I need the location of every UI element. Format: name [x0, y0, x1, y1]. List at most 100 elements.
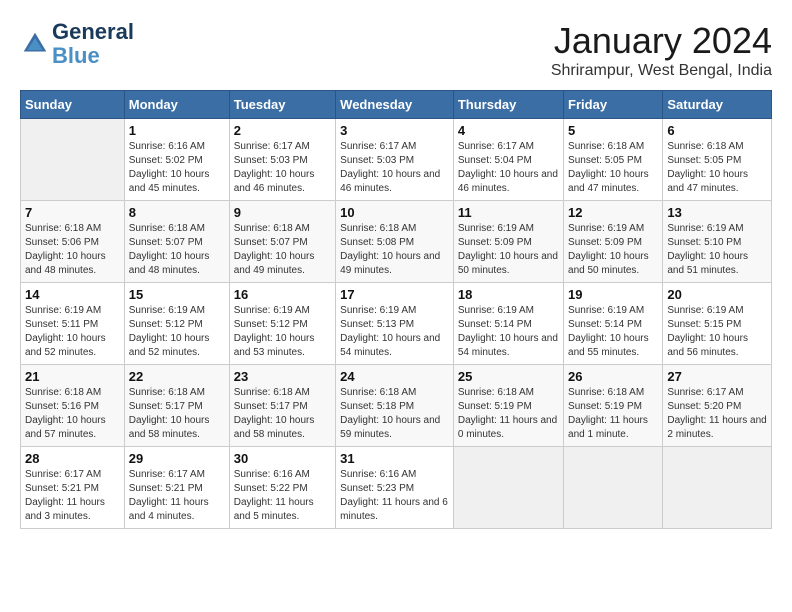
logo-text: General Blue [52, 20, 134, 68]
day-number: 11 [458, 205, 559, 220]
day-number: 19 [568, 287, 658, 302]
day-number: 20 [667, 287, 767, 302]
day-number: 6 [667, 123, 767, 138]
day-info: Sunrise: 6:18 AMSunset: 5:06 PMDaylight:… [25, 222, 120, 278]
calendar-cell: 7 Sunrise: 6:18 AMSunset: 5:06 PMDaylight… [21, 201, 125, 283]
day-of-week-saturday: Saturday [663, 91, 772, 119]
calendar-cell: 4Sunrise: 6:17 AMSunset: 5:04 PMDaylight… [453, 119, 563, 201]
calendar-cell: 10 Sunrise: 6:18 AMSunset: 5:08 PMDayligh… [336, 201, 454, 283]
calendar-cell: 17Sunrise: 6:19 AMSunset: 5:13 PMDayligh… [336, 283, 454, 365]
day-info: Sunrise: 6:18 AMSunset: 5:16 PMDaylight:… [25, 386, 120, 442]
day-info: Sunrise: 6:18 AMSunset: 5:07 PMDaylight:… [234, 222, 331, 278]
day-number: 22 [129, 369, 225, 384]
day-of-week-monday: Monday [124, 91, 229, 119]
day-number: 5 [568, 123, 658, 138]
calendar-cell: 12 Sunrise: 6:19 AMSunset: 5:09 PMDayligh… [564, 201, 663, 283]
calendar-cell [564, 447, 663, 529]
day-info: Sunrise: 6:17 AMSunset: 5:03 PMDaylight:… [340, 140, 449, 196]
calendar-cell: 11 Sunrise: 6:19 AMSunset: 5:09 PMDayligh… [453, 201, 563, 283]
day-info: Sunrise: 6:17 AMSunset: 5:21 PMDaylight:… [129, 468, 225, 524]
calendar-cell: 25 Sunrise: 6:18 AMSunset: 5:19 PMDayligh… [453, 365, 563, 447]
day-info: Sunrise: 6:19 AMSunset: 5:15 PMDaylight:… [667, 304, 767, 360]
day-info: Sunrise: 6:18 AMSunset: 5:19 PMDaylight:… [568, 386, 658, 442]
calendar-cell: 21 Sunrise: 6:18 AMSunset: 5:16 PMDayligh… [21, 365, 125, 447]
calendar-cell: 1Sunrise: 6:16 AMSunset: 5:02 PMDaylight… [124, 119, 229, 201]
day-number: 31 [340, 451, 449, 466]
calendar-cell: 20 Sunrise: 6:19 AMSunset: 5:15 PMDayligh… [663, 283, 772, 365]
page-header: General Blue January 2024 Shrirampur, We… [20, 20, 772, 80]
day-number: 26 [568, 369, 658, 384]
day-number: 9 [234, 205, 331, 220]
day-info: Sunrise: 6:19 AMSunset: 5:12 PMDaylight:… [129, 304, 225, 360]
calendar-week-1: 1Sunrise: 6:16 AMSunset: 5:02 PMDaylight… [21, 119, 772, 201]
day-number: 2 [234, 123, 331, 138]
calendar-cell: 3 Sunrise: 6:17 AMSunset: 5:03 PMDaylight… [336, 119, 454, 201]
calendar-cell: 28Sunrise: 6:17 AMSunset: 5:21 PMDayligh… [21, 447, 125, 529]
calendar-cell: 5 Sunrise: 6:18 AMSunset: 5:05 PMDaylight… [564, 119, 663, 201]
day-number: 17 [340, 287, 449, 302]
days-of-week-row: SundayMondayTuesdayWednesdayThursdayFrid… [21, 91, 772, 119]
calendar-week-3: 14 Sunrise: 6:19 AMSunset: 5:11 PMDayligh… [21, 283, 772, 365]
calendar-cell [21, 119, 125, 201]
day-info: Sunrise: 6:19 AMSunset: 5:14 PMDaylight:… [568, 304, 658, 360]
day-info: Sunrise: 6:18 AMSunset: 5:07 PMDaylight:… [129, 222, 225, 278]
day-info: Sunrise: 6:19 AMSunset: 5:09 PMDaylight:… [568, 222, 658, 278]
calendar-cell: 14 Sunrise: 6:19 AMSunset: 5:11 PMDayligh… [21, 283, 125, 365]
calendar-table: SundayMondayTuesdayWednesdayThursdayFrid… [20, 90, 772, 529]
day-info: Sunrise: 6:19 AMSunset: 5:09 PMDaylight:… [458, 222, 559, 278]
day-info: Sunrise: 6:17 AMSunset: 5:03 PMDaylight:… [234, 140, 331, 196]
day-of-week-tuesday: Tuesday [229, 91, 335, 119]
calendar-cell: 23 Sunrise: 6:18 AMSunset: 5:17 PMDayligh… [229, 365, 335, 447]
day-info: Sunrise: 6:16 AMSunset: 5:22 PMDaylight:… [234, 468, 331, 524]
calendar-body: 1Sunrise: 6:16 AMSunset: 5:02 PMDaylight… [21, 119, 772, 529]
day-number: 16 [234, 287, 331, 302]
day-number: 12 [568, 205, 658, 220]
day-info: Sunrise: 6:17 AMSunset: 5:21 PMDaylight:… [25, 468, 120, 524]
day-info: Sunrise: 6:17 AMSunset: 5:20 PMDaylight:… [667, 386, 767, 442]
calendar-cell: 16 Sunrise: 6:19 AMSunset: 5:12 PMDayligh… [229, 283, 335, 365]
calendar-cell [663, 447, 772, 529]
day-number: 8 [129, 205, 225, 220]
day-number: 3 [340, 123, 449, 138]
calendar-cell: 2 Sunrise: 6:17 AMSunset: 5:03 PMDaylight… [229, 119, 335, 201]
day-of-week-friday: Friday [564, 91, 663, 119]
calendar-cell: 6 Sunrise: 6:18 AMSunset: 5:05 PMDaylight… [663, 119, 772, 201]
day-number: 10 [340, 205, 449, 220]
day-info: Sunrise: 6:18 AMSunset: 5:08 PMDaylight:… [340, 222, 449, 278]
day-info: Sunrise: 6:18 AMSunset: 5:05 PMDaylight:… [667, 140, 767, 196]
calendar-week-4: 21 Sunrise: 6:18 AMSunset: 5:16 PMDayligh… [21, 365, 772, 447]
day-number: 27 [667, 369, 767, 384]
day-number: 1 [129, 123, 225, 138]
day-number: 30 [234, 451, 331, 466]
day-info: Sunrise: 6:17 AMSunset: 5:04 PMDaylight:… [458, 140, 559, 196]
day-number: 14 [25, 287, 120, 302]
calendar-header: SundayMondayTuesdayWednesdayThursdayFrid… [21, 91, 772, 119]
day-info: Sunrise: 6:18 AMSunset: 5:17 PMDaylight:… [129, 386, 225, 442]
day-info: Sunrise: 6:19 AMSunset: 5:12 PMDaylight:… [234, 304, 331, 360]
day-info: Sunrise: 6:18 AMSunset: 5:05 PMDaylight:… [568, 140, 658, 196]
day-number: 7 [25, 205, 120, 220]
day-number: 21 [25, 369, 120, 384]
title-section: January 2024 Shrirampur, West Bengal, In… [551, 20, 772, 80]
day-of-week-thursday: Thursday [453, 91, 563, 119]
calendar-cell: 30 Sunrise: 6:16 AMSunset: 5:22 PMDayligh… [229, 447, 335, 529]
calendar-cell: 9 Sunrise: 6:18 AMSunset: 5:07 PMDaylight… [229, 201, 335, 283]
calendar-cell [453, 447, 563, 529]
day-info: Sunrise: 6:16 AMSunset: 5:23 PMDaylight:… [340, 468, 449, 524]
day-info: Sunrise: 6:18 AMSunset: 5:17 PMDaylight:… [234, 386, 331, 442]
day-number: 23 [234, 369, 331, 384]
day-info: Sunrise: 6:19 AMSunset: 5:10 PMDaylight:… [667, 222, 767, 278]
day-number: 18 [458, 287, 559, 302]
calendar-cell: 8 Sunrise: 6:18 AMSunset: 5:07 PMDaylight… [124, 201, 229, 283]
calendar-cell: 18Sunrise: 6:19 AMSunset: 5:14 PMDayligh… [453, 283, 563, 365]
logo: General Blue [20, 20, 134, 68]
logo-icon [20, 29, 50, 59]
calendar-cell: 15Sunrise: 6:19 AMSunset: 5:12 PMDayligh… [124, 283, 229, 365]
main-title: January 2024 [551, 20, 772, 62]
calendar-week-5: 28Sunrise: 6:17 AMSunset: 5:21 PMDayligh… [21, 447, 772, 529]
day-number: 25 [458, 369, 559, 384]
day-info: Sunrise: 6:19 AMSunset: 5:11 PMDaylight:… [25, 304, 120, 360]
day-info: Sunrise: 6:18 AMSunset: 5:19 PMDaylight:… [458, 386, 559, 442]
subtitle: Shrirampur, West Bengal, India [551, 62, 772, 80]
calendar-cell: 22 Sunrise: 6:18 AMSunset: 5:17 PMDayligh… [124, 365, 229, 447]
